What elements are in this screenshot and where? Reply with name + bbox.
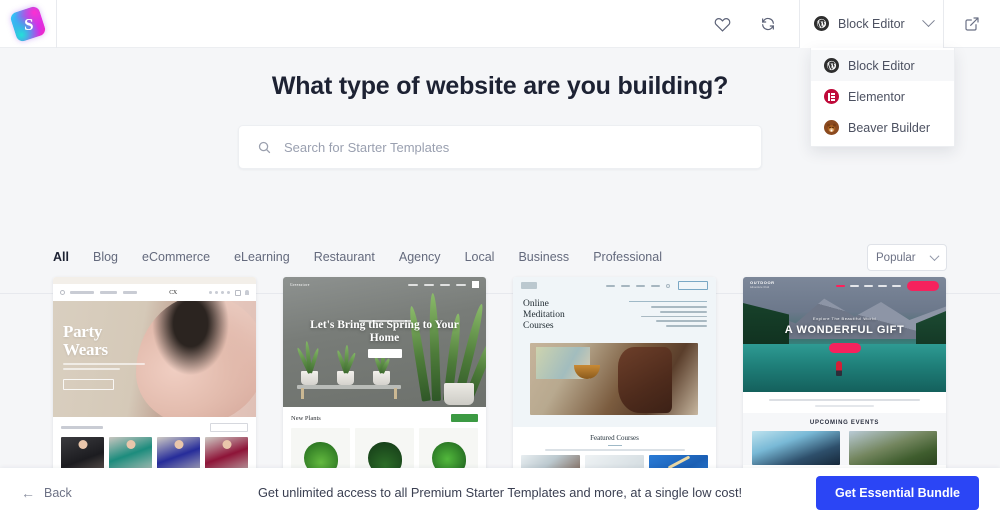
logo-letter: S (23, 14, 33, 33)
template-preview-image: Online Meditation Courses Featured Cours… (513, 277, 716, 482)
sort-selected-label: Popular (876, 251, 916, 264)
get-essential-bundle-button[interactable]: Get Essential Bundle (815, 475, 979, 510)
app-header: S Block Editor (0, 0, 1000, 48)
template-brand: Greenstore (290, 282, 310, 287)
wordpress-icon (814, 16, 829, 31)
chevron-down-icon (929, 251, 940, 262)
template-preview-image: OUTDOOR Adventure Club Explore The Beaut… (743, 277, 946, 482)
dropdown-item-block-editor[interactable]: Block Editor (811, 50, 954, 81)
arrow-left-icon: ← (21, 484, 35, 501)
app-footer: ← Back Get unlimited access to all Premi… (0, 468, 1000, 517)
starter-templates-app: S Block Editor Block Editor Elementor Be… (0, 0, 1000, 517)
template-card-party-wears[interactable]: CX Party Wears (53, 277, 256, 482)
template-section-title: Featured Courses (590, 434, 639, 442)
template-section-title: New Plants (291, 414, 321, 422)
dropdown-item-label: Beaver Builder (848, 120, 930, 135)
sync-button[interactable] (751, 7, 785, 41)
template-hero-eyebrow: Explore The Beautiful World (812, 316, 877, 321)
template-preview-image: CX Party Wears (53, 277, 256, 482)
template-grid: CX Party Wears Greenstore Let's Bring th… (53, 277, 947, 482)
page-builder-select[interactable]: Block Editor (799, 0, 944, 48)
wordpress-icon (824, 58, 839, 73)
template-hero-title: Online Meditation Courses (523, 299, 565, 331)
dropdown-item-label: Block Editor (848, 58, 915, 73)
beaver-builder-icon (824, 120, 839, 135)
page-builder-dropdown-menu[interactable]: Block Editor Elementor Beaver Builder (810, 48, 955, 147)
search-box[interactable] (238, 125, 762, 169)
dropdown-item-label: Elementor (848, 89, 905, 104)
back-button[interactable]: ← Back (21, 486, 72, 500)
heart-icon (714, 18, 730, 32)
template-section-title: UPCOMING EVENTS (809, 419, 880, 426)
open-external-button[interactable] (944, 0, 1000, 48)
external-link-icon (965, 16, 979, 31)
chevron-down-icon (922, 14, 935, 28)
favorites-button[interactable] (705, 7, 739, 41)
template-hero-title: Party Wears (63, 322, 108, 359)
template-hero-title: A WONDERFUL GIFT (784, 324, 905, 336)
back-button-label: Back (44, 485, 72, 500)
dropdown-item-beaver-builder[interactable]: Beaver Builder (811, 112, 954, 143)
template-preview-image: Greenstore Let's Bring the Spring to You… (283, 277, 486, 482)
template-card-outdoor[interactable]: OUTDOOR Adventure Club Explore The Beaut… (743, 277, 946, 482)
template-hero-title: Let's Bring the Spring to Your Home (310, 319, 459, 344)
sort-select[interactable]: Popular (867, 244, 947, 271)
sync-icon (762, 17, 774, 30)
page-builder-selected-label: Block Editor (838, 16, 905, 31)
search-icon (257, 140, 272, 155)
template-brand: OUTDOOR Adventure Club (750, 280, 775, 289)
template-card-plants[interactable]: Greenstore Let's Bring the Spring to You… (283, 277, 486, 482)
search-input[interactable] (284, 139, 743, 155)
template-card-meditation[interactable]: Online Meditation Courses Featured Cours… (513, 277, 716, 482)
starter-templates-logo-icon: S (9, 4, 47, 43)
logo-container: S (0, 0, 57, 48)
dropdown-item-elementor[interactable]: Elementor (811, 81, 954, 112)
elementor-icon (824, 89, 839, 104)
